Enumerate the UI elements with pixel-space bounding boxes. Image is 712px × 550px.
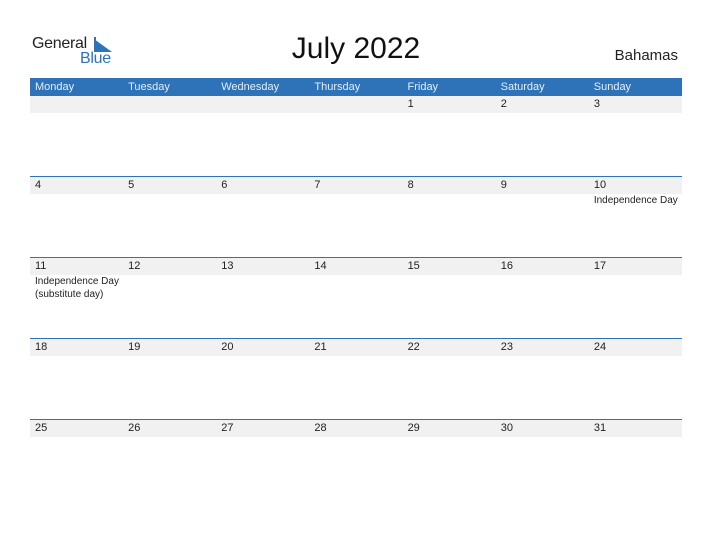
week-row: 18 19 20 21 22 23 24 <box>30 338 682 420</box>
day-number: 26 <box>128 422 141 434</box>
weekday-saturday: Saturday <box>500 81 545 93</box>
day-cell: 1 <box>403 96 496 177</box>
day-number: 14 <box>314 260 327 272</box>
day-number: 7 <box>314 179 321 191</box>
day-number: 21 <box>314 341 327 353</box>
weekday-monday: Monday <box>35 81 75 93</box>
weekday-thursday: Thursday <box>314 81 361 93</box>
country-label: Bahamas <box>614 47 678 64</box>
weekday-header: Monday Tuesday Wednesday Thursday Friday… <box>30 78 682 96</box>
day-number <box>221 96 309 113</box>
day-cell: 5 <box>123 177 216 258</box>
holiday-label: Independence Day (substitute day) <box>35 276 119 300</box>
day-number: 3 <box>593 98 600 110</box>
day-number: 18 <box>35 341 48 353</box>
day-cell: 8 <box>403 177 496 258</box>
weekday-sunday: Sunday <box>593 81 632 93</box>
day-number: 12 <box>128 260 141 272</box>
day-cell <box>30 96 123 177</box>
day-cell <box>309 96 402 177</box>
day-number: 23 <box>500 341 513 353</box>
week-row: 4 5 6 7 8 9 10 Independence Day <box>30 176 682 258</box>
week-row: 25 26 27 28 29 30 31 <box>30 419 682 501</box>
day-cell: 10 Independence Day <box>589 177 682 258</box>
day-cell: 4 <box>30 177 123 258</box>
day-cell: 12 <box>123 258 216 339</box>
day-cell: 21 <box>309 339 402 420</box>
day-number: 5 <box>128 179 135 191</box>
day-number <box>128 96 216 113</box>
day-number: 20 <box>221 341 234 353</box>
holiday-label: Independence Day <box>593 195 678 206</box>
day-cell: 2 <box>496 96 589 177</box>
day-cell: 26 <box>123 420 216 501</box>
day-cell: 17 <box>589 258 682 339</box>
day-number: 1 <box>407 98 414 110</box>
day-cell: 25 <box>30 420 123 501</box>
day-number: 31 <box>593 422 607 434</box>
day-cell: 30 <box>496 420 589 501</box>
day-number: 22 <box>407 341 420 353</box>
day-cell: 29 <box>403 420 496 501</box>
week-row: 11 Independence Day (substitute day) 12 13 1… <box>30 257 682 339</box>
day-number: 10 <box>593 179 607 191</box>
day-number: 27 <box>221 422 234 434</box>
day-number: 6 <box>221 179 228 191</box>
day-number: 13 <box>221 260 234 272</box>
day-number: 16 <box>500 260 513 272</box>
day-cell: 23 <box>496 339 589 420</box>
day-cell <box>216 96 309 177</box>
day-cell: 14 <box>309 258 402 339</box>
weekday-wednesday: Wednesday <box>221 81 280 93</box>
day-cell: 3 <box>589 96 682 177</box>
day-cell: 19 <box>123 339 216 420</box>
day-number: 25 <box>35 422 48 434</box>
day-cell: 7 <box>309 177 402 258</box>
day-cell <box>123 96 216 177</box>
day-number <box>314 96 402 113</box>
day-number: 17 <box>593 260 607 272</box>
day-cell: 6 <box>216 177 309 258</box>
day-number: 2 <box>500 98 507 110</box>
day-cell: 28 <box>309 420 402 501</box>
day-number: 15 <box>407 260 420 272</box>
day-number: 8 <box>407 179 414 191</box>
day-cell: 13 <box>216 258 309 339</box>
day-number: 28 <box>314 422 327 434</box>
day-number: 29 <box>407 422 420 434</box>
day-number: 19 <box>128 341 141 353</box>
day-cell: 11 Independence Day (substitute day) <box>30 258 123 339</box>
day-number: 11 <box>35 260 47 272</box>
weekday-tuesday: Tuesday <box>128 81 170 93</box>
day-cell: 15 <box>403 258 496 339</box>
week-row: 1 2 3 <box>30 96 682 177</box>
weekday-friday: Friday <box>407 81 439 93</box>
day-cell: 9 <box>496 177 589 258</box>
calendar-title: July 2022 <box>291 32 421 65</box>
day-number: 4 <box>35 179 42 191</box>
day-cell: 31 <box>589 420 682 501</box>
day-cell: 24 <box>589 339 682 420</box>
day-cell: 27 <box>216 420 309 501</box>
day-cell: 20 <box>216 339 309 420</box>
day-cell: 22 <box>403 339 496 420</box>
day-number: 30 <box>500 422 513 434</box>
day-cell: 18 <box>30 339 123 420</box>
day-number <box>35 96 123 113</box>
day-number: 9 <box>500 179 507 191</box>
day-cell: 16 <box>496 258 589 339</box>
day-number: 24 <box>593 341 607 353</box>
